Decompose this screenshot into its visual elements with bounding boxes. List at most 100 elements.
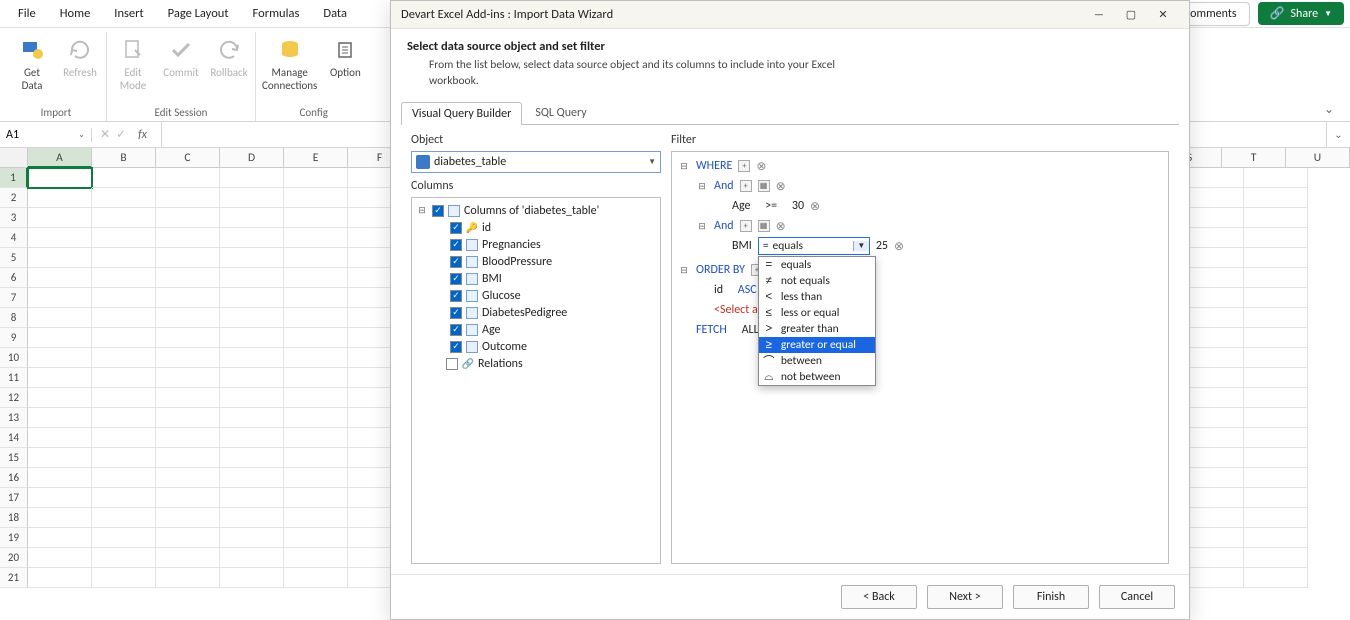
cell[interactable] bbox=[156, 228, 220, 248]
operator-option[interactable]: ⌓not between bbox=[759, 369, 875, 385]
cell[interactable] bbox=[156, 288, 220, 308]
cell[interactable] bbox=[156, 248, 220, 268]
expand-icon[interactable]: ⊟ bbox=[678, 161, 690, 172]
column-item[interactable]: ✓Outcome bbox=[416, 338, 656, 355]
cell[interactable] bbox=[1244, 348, 1308, 368]
cell[interactable] bbox=[156, 428, 220, 448]
select-all-corner[interactable] bbox=[0, 148, 28, 168]
edit-mode-button[interactable]: Edit Mode bbox=[113, 36, 153, 92]
cell[interactable] bbox=[92, 288, 156, 308]
cell[interactable] bbox=[1244, 468, 1308, 488]
cell[interactable] bbox=[92, 508, 156, 528]
expand-icon[interactable]: ⊟ bbox=[678, 265, 690, 276]
cell[interactable] bbox=[28, 448, 92, 468]
col-header[interactable]: U bbox=[1286, 148, 1350, 168]
cell[interactable] bbox=[284, 448, 348, 468]
delete-icon[interactable]: ⊗ bbox=[810, 199, 820, 214]
cell[interactable] bbox=[28, 468, 92, 488]
next-button[interactable]: Next > bbox=[927, 585, 1003, 609]
commit-button[interactable]: Commit bbox=[161, 36, 201, 79]
col-header[interactable]: E bbox=[284, 148, 348, 168]
cell[interactable] bbox=[1244, 388, 1308, 408]
column-item[interactable]: ✓Pregnancies bbox=[416, 236, 656, 253]
options-button[interactable]: Option bbox=[325, 36, 365, 79]
checkbox[interactable]: ✓ bbox=[450, 307, 462, 319]
column-item[interactable]: ✓BloodPressure bbox=[416, 253, 656, 270]
operator-option[interactable]: ⌒between bbox=[759, 353, 875, 369]
back-button[interactable]: < Back bbox=[841, 585, 917, 609]
refresh-button[interactable]: Refresh bbox=[60, 36, 100, 79]
cell[interactable] bbox=[92, 328, 156, 348]
cell[interactable] bbox=[284, 568, 348, 588]
cancel-button[interactable]: Cancel bbox=[1099, 585, 1175, 609]
cell[interactable] bbox=[220, 248, 284, 268]
cell[interactable] bbox=[28, 508, 92, 528]
cell[interactable] bbox=[1244, 408, 1308, 428]
cell[interactable] bbox=[156, 208, 220, 228]
cell[interactable] bbox=[220, 428, 284, 448]
object-select[interactable]: diabetes_table ▼ bbox=[411, 151, 661, 173]
cell[interactable] bbox=[28, 188, 92, 208]
row-header[interactable]: 13 bbox=[0, 408, 28, 428]
condition-bmi[interactable]: BMI = equals ▼ =equals≠not equals<less t… bbox=[678, 236, 1162, 256]
cell[interactable] bbox=[220, 308, 284, 328]
cell[interactable] bbox=[156, 168, 220, 188]
cell[interactable] bbox=[28, 388, 92, 408]
column-item[interactable]: ✓🔑id bbox=[416, 219, 656, 236]
checkbox[interactable]: ✓ bbox=[450, 256, 462, 268]
checkbox[interactable]: ✓ bbox=[450, 273, 462, 285]
row-header[interactable]: 5 bbox=[0, 248, 28, 268]
cell[interactable] bbox=[92, 268, 156, 288]
minimize-button[interactable]: — bbox=[1083, 8, 1115, 21]
column-item[interactable]: ✓DiabetesPedigree bbox=[416, 304, 656, 321]
cell[interactable] bbox=[220, 408, 284, 428]
cell[interactable] bbox=[284, 248, 348, 268]
cell[interactable] bbox=[284, 548, 348, 568]
operator-option[interactable]: ≤less or equal bbox=[759, 305, 875, 321]
close-button[interactable]: ✕ bbox=[1147, 8, 1179, 21]
row-header[interactable]: 8 bbox=[0, 308, 28, 328]
cell[interactable] bbox=[156, 308, 220, 328]
cell[interactable] bbox=[1244, 548, 1308, 568]
add-icon[interactable]: + bbox=[740, 220, 752, 232]
cell[interactable] bbox=[156, 268, 220, 288]
operator-option[interactable]: =equals bbox=[759, 257, 875, 273]
cell[interactable] bbox=[220, 508, 284, 528]
cell[interactable] bbox=[92, 448, 156, 468]
column-item[interactable]: ✓Glucose bbox=[416, 287, 656, 304]
cell[interactable] bbox=[28, 308, 92, 328]
cell[interactable] bbox=[156, 368, 220, 388]
cell[interactable] bbox=[284, 408, 348, 428]
cell[interactable] bbox=[1244, 308, 1308, 328]
cell[interactable] bbox=[156, 408, 220, 428]
cell[interactable] bbox=[156, 328, 220, 348]
condition-age[interactable]: Age >= 30 ⊗ bbox=[678, 196, 1162, 216]
cell[interactable] bbox=[92, 368, 156, 388]
cell[interactable] bbox=[284, 208, 348, 228]
tab-sql-query[interactable]: SQL Query bbox=[524, 101, 597, 124]
cell[interactable] bbox=[156, 188, 220, 208]
cell[interactable] bbox=[1244, 568, 1308, 588]
cell[interactable] bbox=[28, 428, 92, 448]
tab-insert[interactable]: Insert bbox=[102, 2, 155, 25]
tab-page-layout[interactable]: Page Layout bbox=[156, 2, 241, 25]
col-header[interactable]: A bbox=[28, 148, 92, 168]
row-header[interactable]: 19 bbox=[0, 528, 28, 548]
cell[interactable] bbox=[1244, 268, 1308, 288]
tab-visual-query[interactable]: Visual Query Builder bbox=[401, 102, 522, 125]
order-select-column[interactable]: <Select a column> bbox=[678, 300, 1162, 320]
formula-bar-expand[interactable]: ⌄ bbox=[1326, 122, 1350, 147]
row-header[interactable]: 9 bbox=[0, 328, 28, 348]
col-header[interactable]: C bbox=[156, 148, 220, 168]
cell[interactable] bbox=[1244, 228, 1308, 248]
cell[interactable] bbox=[92, 388, 156, 408]
ribbon-collapse-button[interactable]: ⌄ bbox=[1314, 98, 1344, 121]
cell[interactable] bbox=[220, 288, 284, 308]
share-button[interactable]: 🔗 Share ▼ bbox=[1258, 2, 1344, 25]
operator-option[interactable]: ≠not equals bbox=[759, 273, 875, 289]
tab-data[interactable]: Data bbox=[311, 2, 359, 25]
tab-file[interactable]: File bbox=[6, 2, 48, 25]
cell[interactable] bbox=[284, 348, 348, 368]
cell[interactable] bbox=[92, 248, 156, 268]
cell[interactable] bbox=[92, 168, 156, 188]
